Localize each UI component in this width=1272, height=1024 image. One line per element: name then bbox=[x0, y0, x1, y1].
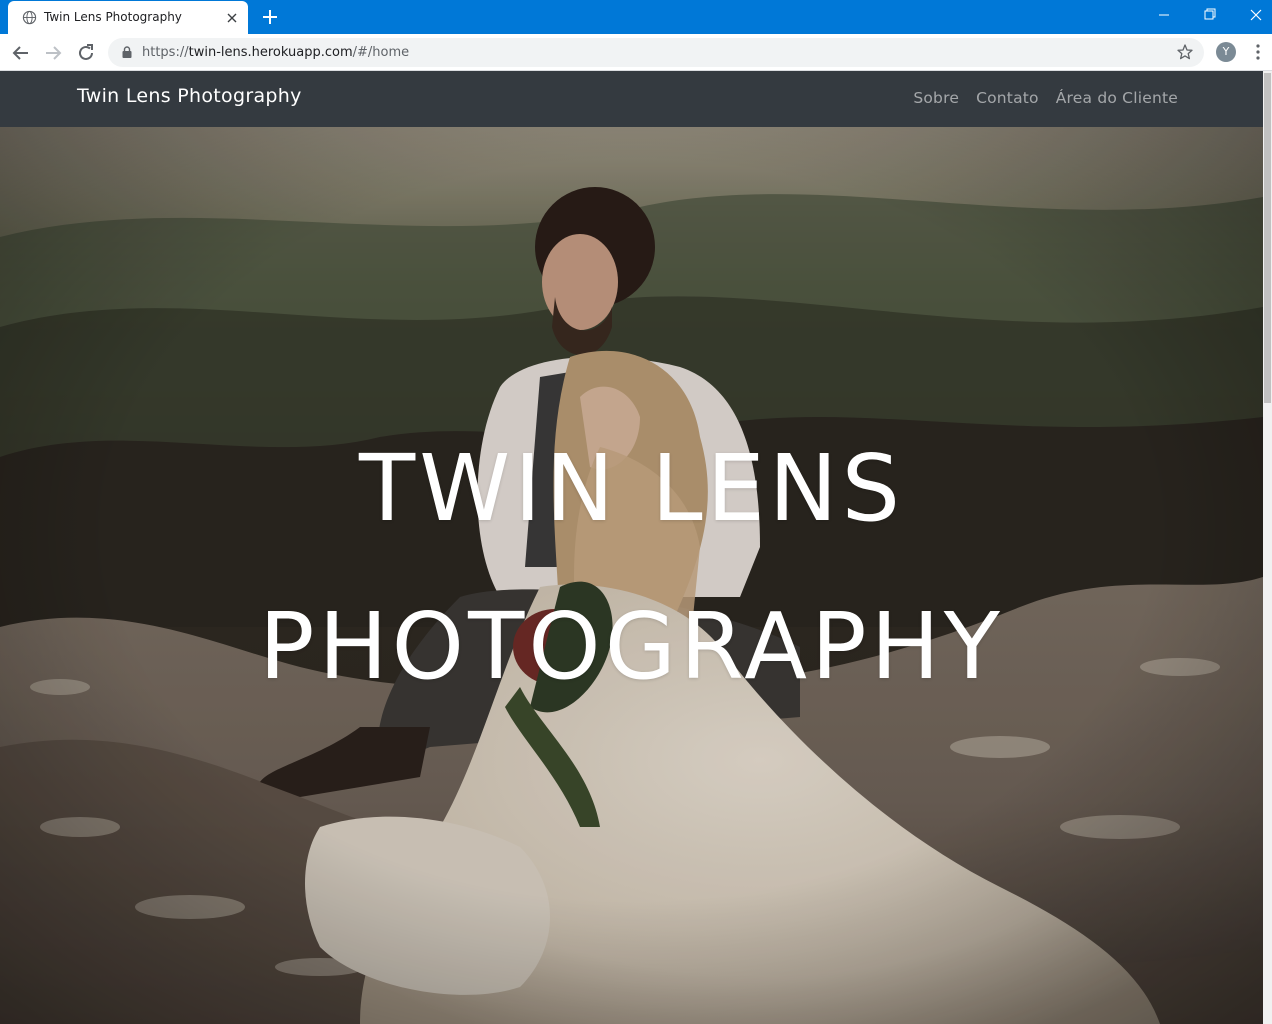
hero-title-line-1: TWIN LENS bbox=[359, 435, 904, 542]
arrow-left-icon[interactable] bbox=[9, 41, 33, 65]
restore-icon[interactable] bbox=[1187, 0, 1233, 30]
reload-icon[interactable] bbox=[74, 41, 98, 65]
profile-avatar[interactable]: Y bbox=[1216, 42, 1236, 62]
url-text: https://twin-lens.herokuapp.com/#/home bbox=[142, 45, 410, 60]
close-icon[interactable] bbox=[224, 10, 240, 26]
globe-icon bbox=[22, 10, 37, 25]
navbar-brand[interactable]: Twin Lens Photography bbox=[77, 85, 302, 107]
nav-link-sobre[interactable]: Sobre bbox=[913, 89, 959, 107]
hero-title: TWIN LENS PHOTOGRAPHY bbox=[0, 410, 1263, 726]
browser-toolbar: https://twin-lens.herokuapp.com/#/home Y bbox=[0, 34, 1272, 71]
star-icon[interactable] bbox=[1176, 43, 1194, 61]
lock-icon[interactable] bbox=[120, 45, 134, 59]
address-bar[interactable]: https://twin-lens.herokuapp.com/#/home bbox=[108, 38, 1204, 67]
hero-section: TWIN LENS PHOTOGRAPHY bbox=[0, 127, 1263, 1024]
arrow-right-icon[interactable] bbox=[41, 41, 65, 65]
kebab-menu-icon[interactable] bbox=[1250, 43, 1266, 61]
site-navbar: Twin Lens Photography Sobre Contato Área… bbox=[0, 71, 1263, 127]
nav-link-contato[interactable]: Contato bbox=[976, 89, 1039, 107]
browser-tab[interactable]: Twin Lens Photography bbox=[8, 1, 248, 34]
plus-icon[interactable] bbox=[258, 5, 282, 29]
browser-titlebar: Twin Lens Photography bbox=[0, 0, 1272, 34]
tab-title: Twin Lens Photography bbox=[44, 10, 182, 24]
scrollbar-thumb[interactable] bbox=[1264, 73, 1271, 403]
nav-link-area-do-cliente[interactable]: Área do Cliente bbox=[1056, 89, 1178, 107]
page-scrollbar[interactable] bbox=[1263, 71, 1272, 1024]
nav-links: Sobre Contato Área do Cliente bbox=[913, 89, 1178, 107]
page-viewport: Twin Lens Photography Sobre Contato Área… bbox=[0, 71, 1263, 1024]
minimize-icon[interactable] bbox=[1141, 0, 1187, 30]
window-close-icon[interactable] bbox=[1233, 0, 1272, 30]
hero-title-line-2: PHOTOGRAPHY bbox=[259, 593, 1004, 700]
